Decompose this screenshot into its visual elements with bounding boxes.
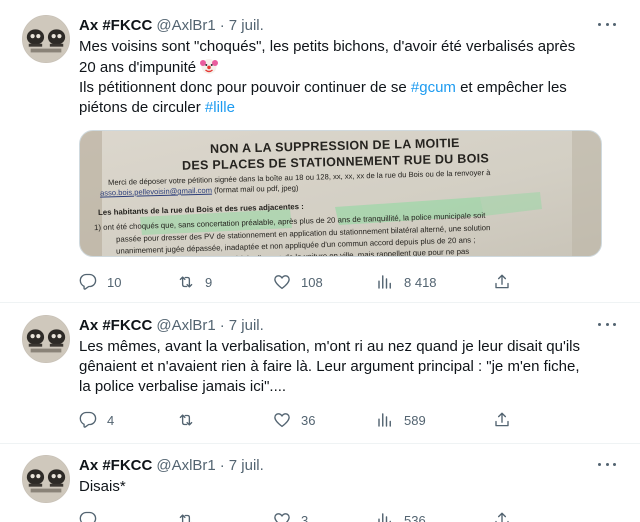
- like-button[interactable]: 36: [273, 410, 315, 430]
- more-icon[interactable]: [598, 17, 616, 31]
- hashtag-link[interactable]: #lille: [205, 99, 235, 116]
- views-count: 8 418: [404, 274, 437, 290]
- petition-format: (format mail ou pdf, jpeg): [211, 183, 299, 195]
- separator-dot: ·: [219, 456, 225, 474]
- petition-instructions: Merci de déposer votre pétition signée d…: [107, 167, 491, 188]
- tweet-text: Mes voisins sont "choqués", les petits b…: [79, 37, 609, 118]
- retweet-icon: [179, 514, 192, 522]
- text-line: Disais*: [79, 478, 126, 495]
- views-count: 589: [404, 412, 426, 428]
- author-handle[interactable]: @AxlBr1: [156, 17, 215, 34]
- tweet-actions: 4 36 589: [79, 410, 609, 430]
- views-count: 536: [404, 512, 426, 522]
- retweet-count: 9: [205, 274, 213, 290]
- text-line: Les mêmes, avant la verbalisation, m'ont…: [79, 338, 580, 355]
- text-line: la police verbalise jamais ici"....: [79, 378, 287, 395]
- hashtag-link[interactable]: #gcum: [411, 79, 456, 96]
- tweet-divider: [0, 443, 640, 444]
- views-icon: [378, 413, 391, 427]
- heart-icon: [274, 513, 290, 522]
- text-line: piétons de circuler #lille: [79, 98, 609, 118]
- tweet-actions: 10 9 108 8 418: [79, 272, 609, 292]
- author-handle[interactable]: @AxlBr1: [156, 457, 215, 474]
- separator-dot: ·: [219, 16, 225, 34]
- reply-count: 10: [107, 274, 122, 290]
- like-count: 36: [301, 412, 316, 428]
- tweet-date[interactable]: 7 juil.: [229, 17, 264, 34]
- avatar[interactable]: [22, 15, 70, 63]
- retweet-button[interactable]: [177, 510, 205, 522]
- tweet-actions: 3 536: [79, 510, 609, 522]
- petition-heading: Les habitants de la rue du Bois et des r…: [97, 201, 304, 218]
- views-icon: [378, 513, 391, 522]
- text-line: gênaient et n'avaient rien à faire là. L…: [79, 358, 580, 375]
- author-name[interactable]: Ax #FKCC: [79, 457, 152, 474]
- tweet-divider: [0, 302, 640, 303]
- text-line: Mes voisins sont "choqués", les petits b…: [79, 38, 576, 55]
- avatar[interactable]: [22, 315, 70, 363]
- separator-dot: ·: [219, 316, 225, 334]
- heart-icon: [274, 413, 290, 428]
- retweet-icon: [179, 276, 193, 288]
- retweet-button[interactable]: [177, 410, 205, 430]
- reply-button[interactable]: [79, 510, 107, 522]
- reply-icon: [79, 511, 97, 522]
- like-count: 3: [301, 512, 309, 522]
- share-button[interactable]: [493, 410, 521, 430]
- heart-icon: [274, 275, 290, 290]
- tweet-date[interactable]: 7 juil.: [229, 457, 264, 474]
- like-button[interactable]: 108: [273, 272, 323, 292]
- text-span: Ils pétitionnent donc pour pouvoir conti…: [79, 79, 411, 96]
- clown-face-emoji: [200, 57, 219, 75]
- reply-button[interactable]: 4: [79, 410, 114, 430]
- like-count: 108: [301, 274, 323, 290]
- reply-icon: [79, 411, 97, 428]
- author-name[interactable]: Ax #FKCC: [79, 317, 152, 334]
- share-button[interactable]: [493, 272, 521, 292]
- share-icon: [495, 412, 509, 427]
- text-span: 20 ans d'impunité: [79, 59, 197, 76]
- retweet-button[interactable]: 9: [177, 272, 212, 292]
- text-span: et empêcher les: [455, 79, 567, 96]
- retweet-icon: [179, 414, 193, 426]
- share-icon: [495, 512, 509, 522]
- like-button[interactable]: 3: [273, 510, 308, 522]
- share-icon: [495, 274, 509, 289]
- views-icon: [378, 275, 391, 289]
- text-line: 20 ans d'impunité: [79, 57, 609, 78]
- text-span: piétons de circuler: [79, 99, 205, 116]
- tweet-text: Les mêmes, avant la verbalisation, m'ont…: [79, 337, 609, 397]
- reply-count: 4: [107, 412, 115, 428]
- tweet-text: Disais*: [79, 477, 609, 497]
- author-name[interactable]: Ax #FKCC: [79, 17, 152, 34]
- more-icon[interactable]: [598, 317, 616, 331]
- tweet-date[interactable]: 7 juil.: [229, 317, 264, 334]
- petition-email: asso.bois.pellevoisin@gmail.com: [99, 185, 213, 198]
- more-icon[interactable]: [598, 457, 616, 471]
- attached-photo[interactable]: NON A LA SUPPRESSION DE LA MOITIE DES PL…: [79, 130, 602, 257]
- author-handle[interactable]: @AxlBr1: [156, 317, 215, 334]
- views-button[interactable]: 536: [376, 510, 426, 522]
- text-line: Ils pétitionnent donc pour pouvoir conti…: [79, 78, 609, 98]
- share-button[interactable]: [493, 510, 521, 522]
- reply-button[interactable]: 10: [79, 272, 121, 292]
- views-button[interactable]: 589: [376, 410, 426, 430]
- views-button[interactable]: 8 418: [376, 272, 437, 292]
- petition-text: NON A LA SUPPRESSION DE LA MOITIE DES PL…: [80, 131, 601, 256]
- avatar[interactable]: [22, 455, 70, 503]
- reply-icon: [79, 273, 97, 290]
